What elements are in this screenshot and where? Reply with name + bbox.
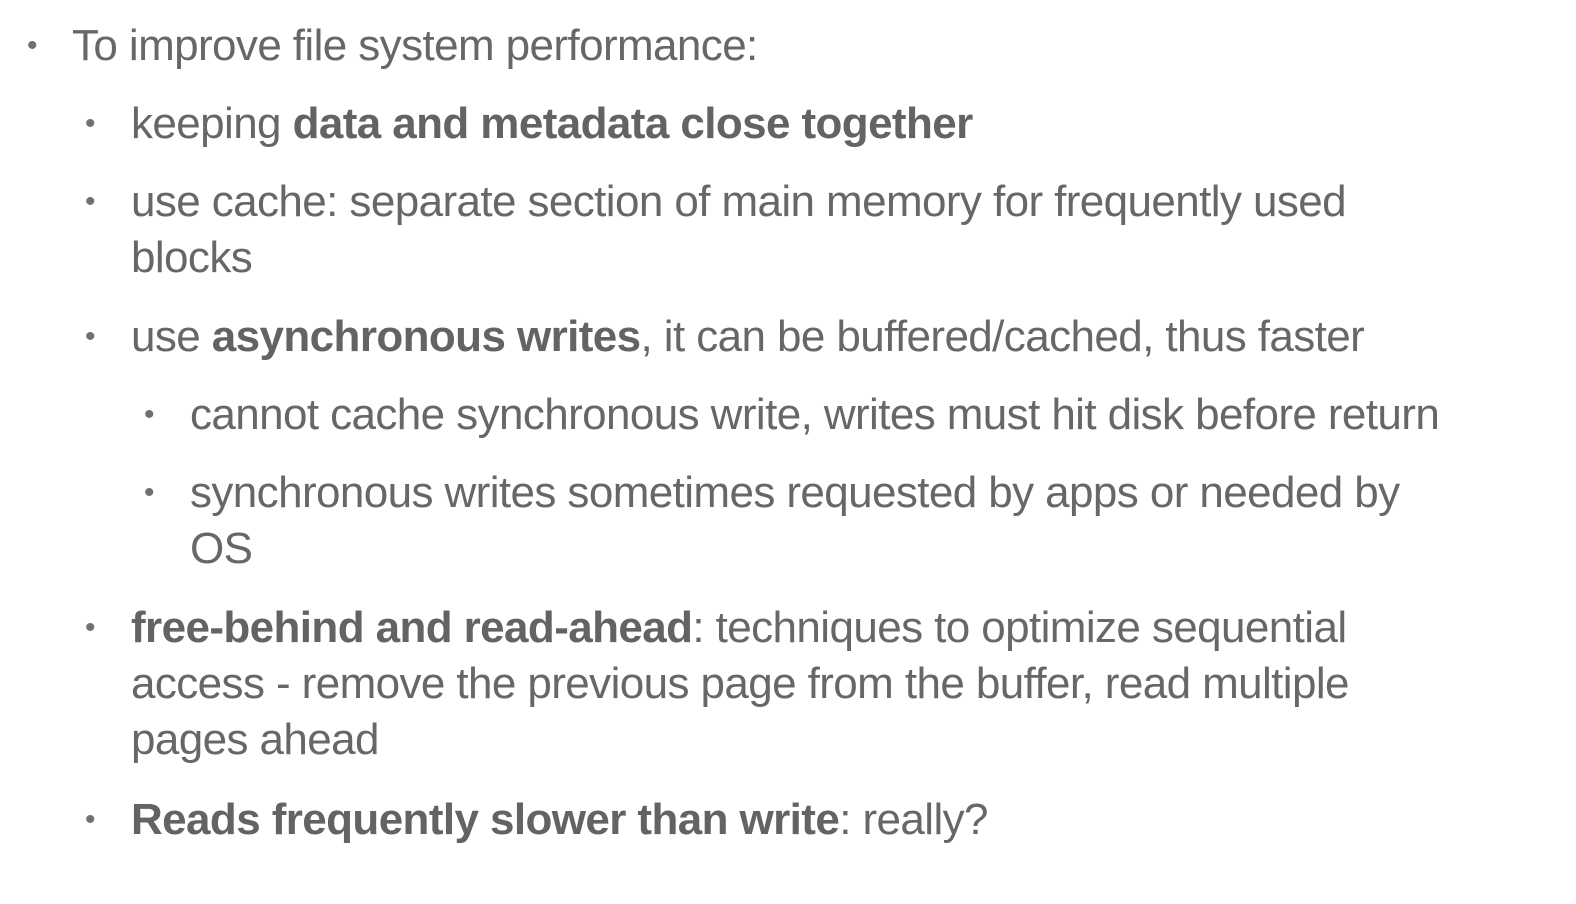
bullet-improve-performance: • To improve file system performance: (27, 18, 758, 74)
bullet-lead-text: keeping (131, 99, 293, 148)
slide: • To improve file system performance: • … (0, 0, 1576, 904)
bullet-bold-text: free-behind and read-ahead (131, 603, 693, 652)
bullet-rest-text: , it can be buffered/cached, thus faster (640, 312, 1365, 361)
bullet-free-behind-read-ahead: • free-behind and read-ahead: techniques… (85, 600, 1349, 768)
bullet-dot-icon: • (85, 611, 96, 644)
bullet-text: cannot cache synchronous write, writes m… (190, 390, 1440, 439)
bullet-reads-slower: • Reads frequently slower than write: re… (85, 792, 989, 848)
bullet-dot-icon: • (27, 29, 38, 62)
bullet-async-writes: • use asynchronous writes, it can be buf… (85, 309, 1365, 365)
bullet-text-line3: pages ahead (131, 715, 379, 764)
bullet-dot-icon: • (85, 803, 96, 836)
bullet-dot-icon: • (85, 320, 96, 353)
bullet-use-cache: • use cache: separate section of main me… (85, 174, 1347, 286)
bullet-dot-icon: • (144, 476, 155, 509)
bullet-data-metadata-close: • keeping data and metadata close togeth… (85, 96, 974, 152)
bullet-dot-icon: • (85, 185, 96, 218)
bullet-text-line2: blocks (131, 233, 253, 282)
bullet-rest-text: : really? (839, 795, 988, 844)
bullet-dot-icon: • (144, 398, 155, 431)
bullet-text-line1: synchronous writes sometimes requested b… (190, 468, 1400, 517)
bullet-bold-text: Reads frequently slower than write (131, 795, 840, 844)
bullet-lead-text: use (131, 312, 212, 361)
bullet-cannot-cache-sync: • cannot cache synchronous write, writes… (144, 387, 1440, 443)
bullet-text-line1: use cache: separate section of main memo… (131, 177, 1347, 226)
bullet-bold-text: data and metadata close together (292, 99, 974, 148)
bullet-text-line2: OS (190, 524, 253, 573)
bullet-bold-text: asynchronous writes (211, 312, 641, 361)
bullet-dot-icon: • (85, 107, 96, 140)
bullet-text-line2: access - remove the previous page from t… (131, 659, 1349, 708)
bullet-text: To improve file system performance: (72, 21, 758, 70)
bullet-sync-writes-requested: • synchronous writes sometimes requested… (144, 465, 1400, 577)
bullet-rest-text: : techniques to optimize sequential (692, 603, 1347, 652)
